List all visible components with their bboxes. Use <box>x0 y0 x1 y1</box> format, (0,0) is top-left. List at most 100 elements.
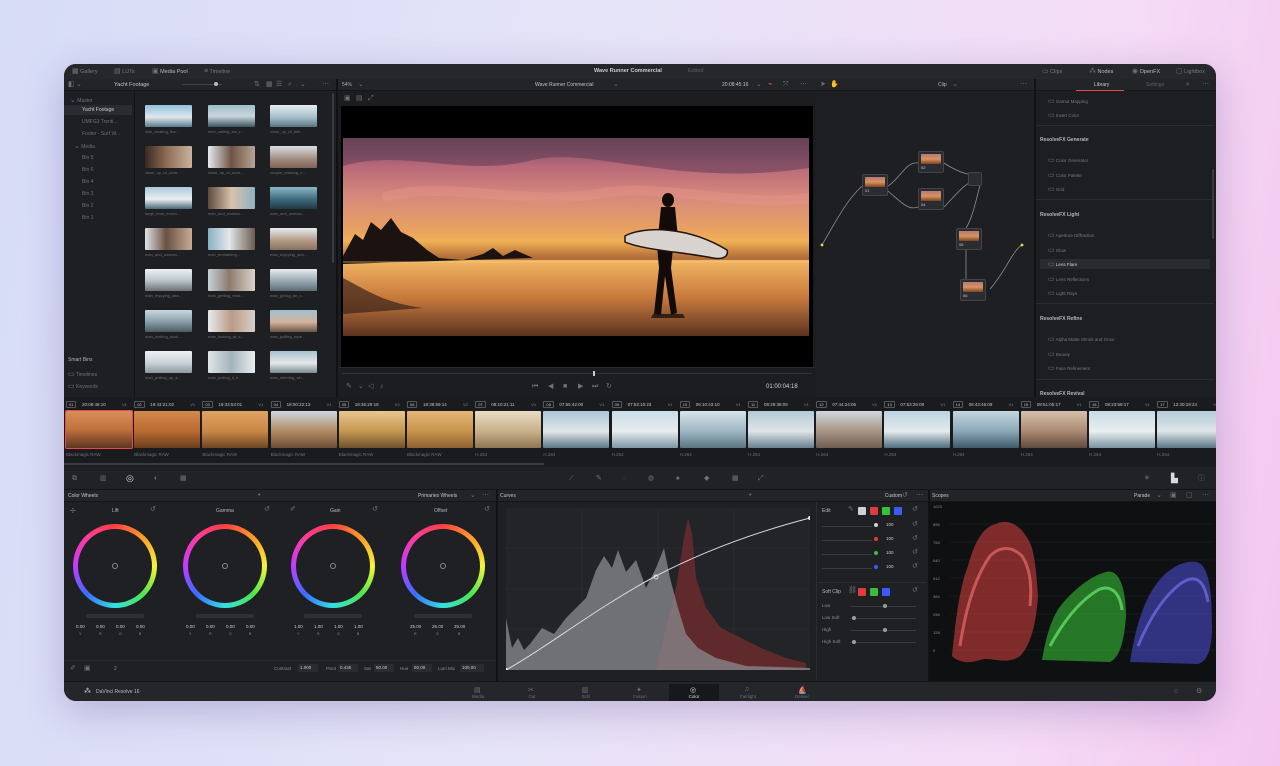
chevron-down-icon[interactable]: ⌄ <box>1156 492 1162 499</box>
link-icon[interactable]: ⛓ <box>848 587 857 594</box>
wheel-puck[interactable] <box>222 563 228 569</box>
node-06[interactable]: 06 <box>960 279 986 301</box>
layer-mixer-node[interactable] <box>968 172 982 186</box>
settings-gear-icon[interactable]: ⚙ <box>1196 688 1202 695</box>
color-wheels-icon[interactable]: ◎ <box>126 474 134 483</box>
clip-thumbnail[interactable] <box>208 187 255 209</box>
thumb-size-handle[interactable] <box>214 82 218 86</box>
offset-r-value[interactable]: 25.00 <box>410 624 421 629</box>
lift-wheel[interactable] <box>73 524 157 608</box>
bin-3[interactable]: Bin 3 <box>82 191 93 197</box>
reset-icon[interactable]: ↺ <box>372 506 378 513</box>
bypass-icon[interactable]: ⌁ <box>768 81 772 88</box>
hue-value[interactable]: 50.00 <box>412 664 432 672</box>
fx-item[interactable]: ▭ Grid <box>1048 186 1064 193</box>
clip-thumbnail[interactable] <box>748 411 814 448</box>
search-icon[interactable]: ⌕ <box>1186 81 1190 88</box>
pen-tool-icon[interactable]: ✎ <box>346 383 352 390</box>
offset-wheel[interactable] <box>401 524 485 608</box>
fx-item[interactable]: ▭ Light Rays <box>1048 290 1077 297</box>
bin-master[interactable]: ⌄ Master <box>70 97 93 104</box>
page-media[interactable]: ▤ Media <box>453 684 503 701</box>
clip-thumbnail[interactable] <box>65 410 133 449</box>
bin-4[interactable]: Bin 4 <box>82 179 93 185</box>
fx-item[interactable]: ▭ Gamut Mapping <box>1048 98 1088 105</box>
search-icon[interactable]: ⌕ <box>288 81 292 88</box>
bin-2[interactable]: Bin 2 <box>82 203 93 209</box>
offset-g-value[interactable]: 25.00 <box>432 624 443 629</box>
clip-thumbnail[interactable] <box>145 351 192 373</box>
viewer-scrubber-track[interactable] <box>342 373 812 374</box>
b-intensity-slider[interactable] <box>822 568 872 569</box>
node-04[interactable]: 04 <box>918 188 944 210</box>
bin-umfg3[interactable]: UMFG3 Trenti... <box>82 119 118 125</box>
clip-thumbnail[interactable] <box>816 411 883 448</box>
chevron-down-icon[interactable]: ⌄ <box>756 81 762 88</box>
clip-thumbnail[interactable] <box>270 146 317 168</box>
page-edit[interactable]: ▥ Edit <box>561 684 611 701</box>
more-options-icon[interactable]: ⋯ <box>1202 81 1209 88</box>
clip-thumbnail[interactable] <box>679 411 746 448</box>
timeline-tab[interactable]: ≡ Timeline <box>204 68 230 75</box>
fx-item[interactable]: ▭ Aperture Diffraction <box>1048 232 1094 239</box>
more-options-icon[interactable]: ⋯ <box>800 81 807 88</box>
clip-thumbnail[interactable] <box>270 351 317 373</box>
info-icon[interactable]: ⓘ <box>1198 475 1205 482</box>
more-options-icon[interactable]: ⋯ <box>1202 492 1209 499</box>
chevron-down-icon[interactable]: ⌄ <box>358 383 364 390</box>
luts-tab[interactable]: ▤ LUTs <box>114 68 135 75</box>
bin-footer-surf[interactable]: Footer - Surf W... <box>82 131 120 137</box>
b-channel-toggle[interactable] <box>894 507 902 515</box>
clip-thumbnail[interactable] <box>270 228 317 250</box>
nodes-tab[interactable]: ⁂ Nodes <box>1089 68 1113 75</box>
clips-tab[interactable]: ▭ Clips <box>1042 68 1062 75</box>
node-01[interactable]: 01 <box>862 174 888 196</box>
soft-clip-g-toggle[interactable] <box>870 588 878 596</box>
wheel-puck[interactable] <box>330 563 336 569</box>
motion-effects-icon[interactable]: ▦ <box>180 475 187 482</box>
contrast-value[interactable]: 1.000 <box>298 664 318 672</box>
chevron-down-icon[interactable]: ⌄ <box>952 81 958 88</box>
clip-thumbnail[interactable] <box>202 411 269 448</box>
skip-forward-icon[interactable]: ⏭ <box>592 383 598 390</box>
clip-thumbnail[interactable] <box>208 228 255 250</box>
clip-thumbnail[interactable] <box>208 310 255 332</box>
play-icon[interactable]: ▶ <box>578 383 583 390</box>
gain-y-value[interactable]: 1.00 <box>294 624 303 629</box>
reset-icon[interactable]: ↺ <box>912 521 918 528</box>
wipe-icon[interactable]: ⤢ <box>368 95 374 102</box>
gain-r-value[interactable]: 1.00 <box>314 624 323 629</box>
auto-balance-icon[interactable]: ▣ <box>84 665 91 672</box>
lift-y-value[interactable]: 0.00 <box>76 624 85 629</box>
page-color[interactable]: ◎ Color <box>669 684 719 701</box>
offset-master-dial[interactable] <box>414 614 472 618</box>
reset-icon[interactable]: ↺ <box>150 506 156 513</box>
fx-item[interactable]: ▭ Glow <box>1048 247 1066 254</box>
r-channel-toggle[interactable] <box>870 507 878 515</box>
chevron-down-icon[interactable]: ⌄ <box>890 492 896 499</box>
expand-icon[interactable]: ▢ <box>1186 492 1193 499</box>
page-deliver[interactable]: ⛵ Deliver <box>777 684 827 701</box>
clip-thumbnail[interactable] <box>270 187 317 209</box>
r-intensity-value[interactable]: 100 <box>886 536 894 541</box>
clip-thumbnail[interactable] <box>145 105 192 127</box>
gain-master-dial[interactable] <box>304 614 362 618</box>
gain-wheel[interactable] <box>291 524 375 608</box>
sort-icon[interactable]: ⇅ <box>254 81 260 88</box>
chevron-down-icon[interactable]: ⌄ <box>470 492 476 499</box>
sat-value[interactable]: 50.00 <box>374 664 394 672</box>
transform-icon[interactable]: ⤧ <box>783 81 789 88</box>
camera-raw-icon[interactable]: ⧉ <box>72 475 77 482</box>
fx-item[interactable]: ▭ Invert Color <box>1048 112 1079 119</box>
clip-thumbnail[interactable] <box>145 310 192 332</box>
clip-thumbnail[interactable] <box>270 269 317 291</box>
clip-thumbnail[interactable] <box>145 228 192 250</box>
page-cut[interactable]: ✂ Cut <box>507 684 557 701</box>
chevron-down-icon[interactable]: ⌄ <box>76 81 82 88</box>
bin-media[interactable]: ⌄ Media <box>74 143 95 150</box>
clip-thumbnail[interactable] <box>270 310 317 332</box>
lightbox-tab[interactable]: ▢ Lightbox <box>1176 68 1205 75</box>
step-back-icon[interactable]: ◀ <box>548 383 553 390</box>
rgb-mixer-icon[interactable]: ◐ <box>154 475 158 482</box>
lift-r-value[interactable]: 0.00 <box>96 624 105 629</box>
